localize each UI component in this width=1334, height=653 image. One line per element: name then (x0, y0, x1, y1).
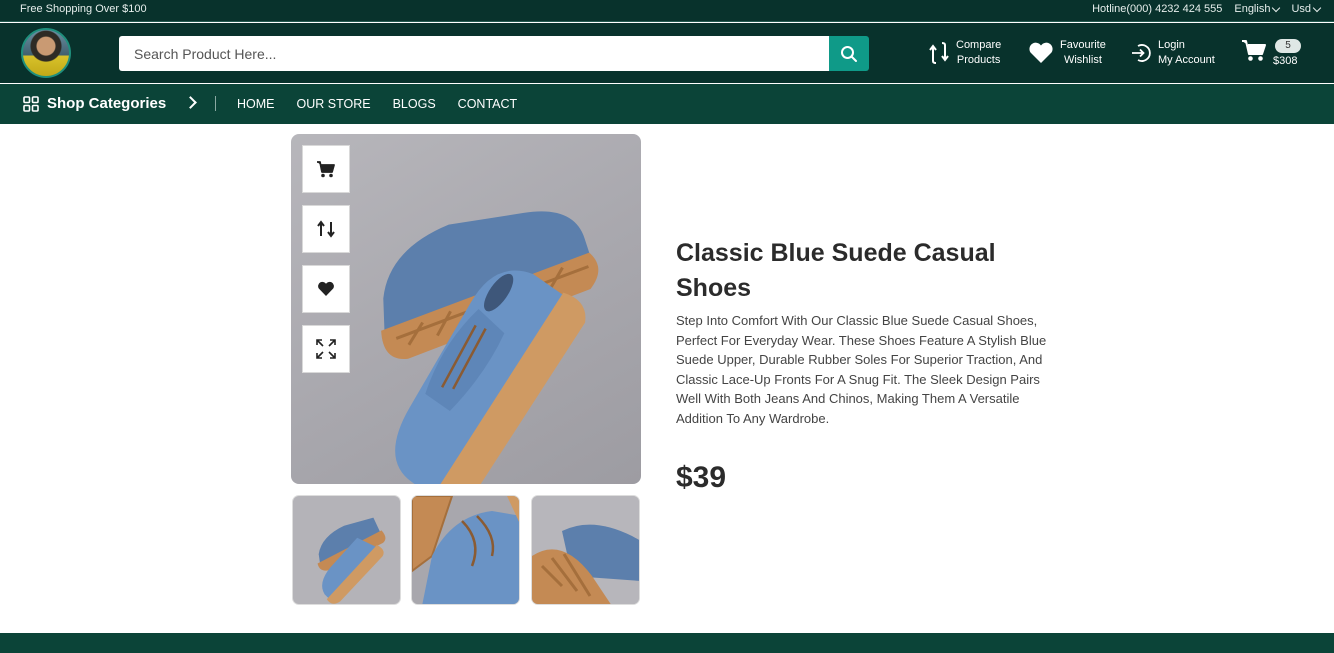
nav-menu: HOME OUR STORE BLOGS CONTACT (237, 97, 517, 111)
cart-link[interactable] (1241, 38, 1267, 62)
compare-label-2: Products (956, 54, 1001, 66)
nav-divider (215, 96, 216, 111)
hotline-text: Hotline(000) 4232 424 555 (1092, 3, 1223, 15)
cart-count-badge: 5 (1275, 39, 1301, 53)
compare-products-link[interactable]: Compare Products (928, 38, 1001, 68)
top-bar: Free Shopping Over $100 Hotline(000) 423… (0, 0, 1334, 22)
heart-icon (318, 281, 334, 296)
cart-icon (1242, 40, 1266, 61)
language-label: English (1234, 3, 1271, 15)
thumbnail-image (532, 496, 639, 604)
wishlist-link[interactable]: Favourite Wishlist (1028, 38, 1106, 68)
top-bar-right: Hotline(000) 4232 424 555 English Usd (1092, 3, 1322, 15)
thumbnail-image (412, 496, 519, 604)
heart-icon (1029, 42, 1053, 63)
compare-label-1: Compare (956, 39, 1002, 51)
product-price: $39 (676, 461, 727, 494)
cart-icon (317, 161, 335, 178)
currency-label: Usd (1291, 3, 1311, 15)
thumbnail-2[interactable] (411, 495, 520, 605)
promo-text: Free Shopping Over $100 (20, 3, 147, 15)
header-links: Compare Products Favourite Wishlist Login M… (0, 38, 1334, 72)
shop-categories-button[interactable]: Shop Categories (23, 95, 166, 112)
product-description: Step Into Comfort With Our Classic Blue … (676, 313, 1047, 426)
chevron-down-icon (1312, 3, 1322, 12)
thumbnail-3[interactable] (531, 495, 640, 605)
compare-icon (929, 42, 949, 64)
expand-icon (316, 339, 336, 359)
shop-categories-label: Shop Categories (47, 95, 167, 112)
cart-total: $308 (1273, 55, 1298, 67)
login-label-1: Login (1158, 39, 1185, 51)
wishlist-button[interactable] (302, 265, 350, 313)
nav-home[interactable]: HOME (237, 97, 275, 111)
nav-blogs[interactable]: BLOGS (393, 97, 436, 111)
compare-icon (317, 220, 335, 238)
compare-button[interactable] (302, 205, 350, 253)
add-to-cart-button[interactable] (302, 145, 350, 193)
chevron-down-icon (1272, 3, 1281, 12)
wishlist-label-1: Favourite (1060, 39, 1106, 51)
chevron-right-icon[interactable] (184, 96, 197, 109)
expand-image-button[interactable] (302, 325, 350, 373)
login-link[interactable]: Login My Account (1130, 38, 1215, 68)
login-icon (1132, 44, 1151, 62)
currency-select[interactable]: Usd (1291, 3, 1322, 15)
footer-bar (0, 633, 1334, 653)
grid-icon (23, 95, 39, 112)
thumbnail-image (317, 517, 386, 604)
login-label-2: My Account (1158, 54, 1215, 66)
nav-contact[interactable]: CONTACT (458, 97, 518, 111)
language-select[interactable]: English (1234, 3, 1281, 15)
product-title: Classic Blue Suede Casual Shoes (676, 239, 996, 302)
thumbnail-1[interactable] (292, 495, 401, 605)
nav-our-store[interactable]: OUR STORE (297, 97, 371, 111)
wishlist-label-2: Wishlist (1063, 54, 1102, 66)
main-nav: Shop Categories HOME OUR STORE BLOGS CON… (0, 84, 1334, 124)
